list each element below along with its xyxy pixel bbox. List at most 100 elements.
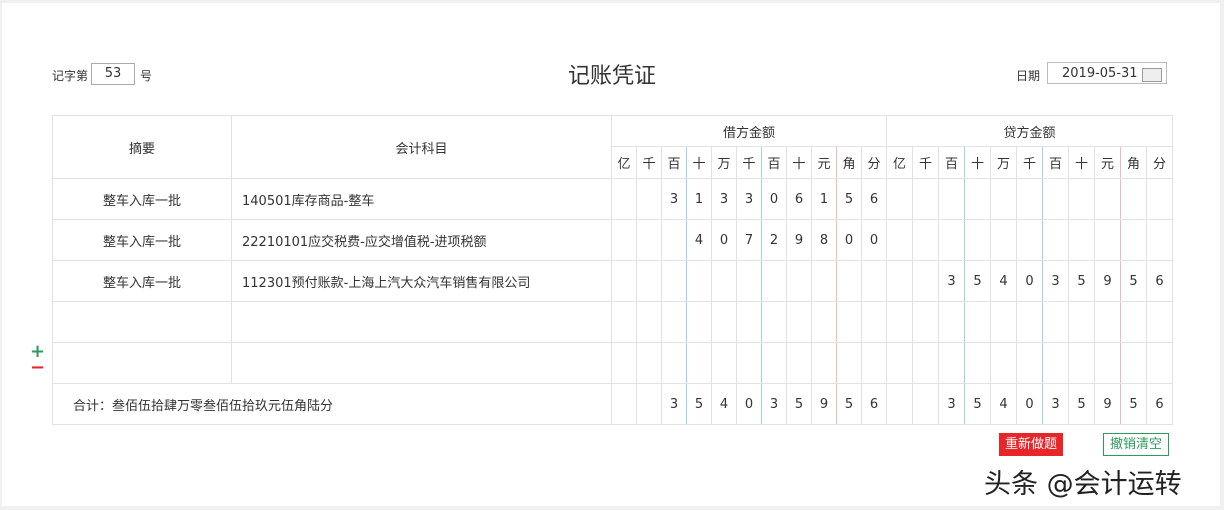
debit-digit[interactable] bbox=[736, 260, 762, 302]
credit-digit[interactable] bbox=[912, 301, 939, 343]
credit-digit[interactable] bbox=[1042, 301, 1069, 343]
debit-digit[interactable] bbox=[636, 301, 662, 343]
debit-digit[interactable]: 0 bbox=[761, 178, 787, 220]
credit-digit[interactable] bbox=[1016, 301, 1043, 343]
debit-digit[interactable]: 9 bbox=[786, 219, 812, 261]
debit-digit[interactable] bbox=[736, 342, 762, 384]
credit-digit[interactable] bbox=[964, 301, 991, 343]
debit-digit[interactable] bbox=[811, 260, 837, 302]
credit-digit[interactable]: 3 bbox=[1042, 260, 1069, 302]
debit-digit[interactable] bbox=[636, 178, 662, 220]
credit-digit[interactable] bbox=[964, 219, 991, 261]
debit-digit[interactable] bbox=[811, 301, 837, 343]
credit-digit[interactable] bbox=[938, 301, 965, 343]
debit-digit[interactable]: 3 bbox=[661, 178, 687, 220]
credit-digit[interactable] bbox=[912, 219, 939, 261]
credit-digit[interactable] bbox=[1146, 178, 1173, 220]
debit-digit[interactable] bbox=[836, 342, 862, 384]
debit-digit[interactable] bbox=[661, 260, 687, 302]
debit-digit[interactable] bbox=[686, 342, 712, 384]
date-input[interactable]: 2019-05-31 bbox=[1047, 62, 1167, 84]
debit-digit[interactable]: 4 bbox=[686, 219, 712, 261]
credit-digit[interactable] bbox=[964, 342, 991, 384]
credit-digit[interactable] bbox=[1094, 178, 1121, 220]
credit-digit[interactable]: 9 bbox=[1094, 260, 1121, 302]
credit-digit[interactable] bbox=[1042, 178, 1069, 220]
debit-digit[interactable] bbox=[836, 260, 862, 302]
credit-digit[interactable] bbox=[938, 219, 965, 261]
credit-digit[interactable] bbox=[1146, 301, 1173, 343]
debit-digit[interactable]: 7 bbox=[736, 219, 762, 261]
debit-digit[interactable]: 8 bbox=[811, 219, 837, 261]
credit-digit[interactable] bbox=[912, 342, 939, 384]
credit-digit[interactable] bbox=[1120, 178, 1147, 220]
summary-cell[interactable]: 整车入库一批 bbox=[52, 178, 232, 220]
credit-digit[interactable] bbox=[886, 260, 913, 302]
debit-digit[interactable]: 6 bbox=[786, 178, 812, 220]
debit-digit[interactable] bbox=[661, 342, 687, 384]
debit-digit[interactable]: 0 bbox=[836, 219, 862, 261]
credit-digit[interactable] bbox=[1042, 342, 1069, 384]
credit-digit[interactable] bbox=[886, 342, 913, 384]
credit-digit[interactable] bbox=[990, 342, 1017, 384]
credit-digit[interactable] bbox=[912, 178, 939, 220]
credit-digit[interactable] bbox=[938, 342, 965, 384]
debit-digit[interactable]: 6 bbox=[861, 178, 887, 220]
clear-button[interactable]: 撤销清空 bbox=[1103, 433, 1170, 456]
credit-digit[interactable] bbox=[1120, 342, 1147, 384]
credit-digit[interactable] bbox=[1068, 178, 1095, 220]
credit-digit[interactable] bbox=[1068, 342, 1095, 384]
credit-digit[interactable] bbox=[886, 219, 913, 261]
credit-digit[interactable]: 5 bbox=[964, 260, 991, 302]
credit-digit[interactable] bbox=[1094, 342, 1121, 384]
credit-digit[interactable] bbox=[912, 260, 939, 302]
debit-digit[interactable] bbox=[786, 301, 812, 343]
credit-digit[interactable]: 3 bbox=[938, 260, 965, 302]
account-cell[interactable]: 140501库存商品-整车 bbox=[231, 178, 612, 220]
debit-digit[interactable] bbox=[836, 301, 862, 343]
account-cell[interactable] bbox=[231, 301, 612, 343]
summary-cell[interactable]: 整车入库一批 bbox=[52, 219, 232, 261]
remove-row-button[interactable]: − bbox=[30, 357, 45, 378]
debit-digit[interactable] bbox=[611, 301, 637, 343]
credit-digit[interactable] bbox=[1120, 219, 1147, 261]
credit-digit[interactable]: 6 bbox=[1146, 260, 1173, 302]
debit-digit[interactable]: 1 bbox=[686, 178, 712, 220]
credit-digit[interactable] bbox=[886, 301, 913, 343]
credit-digit[interactable] bbox=[990, 219, 1017, 261]
debit-digit[interactable] bbox=[711, 301, 737, 343]
debit-digit[interactable] bbox=[661, 301, 687, 343]
debit-digit[interactable]: 0 bbox=[861, 219, 887, 261]
debit-digit[interactable] bbox=[861, 301, 887, 343]
debit-digit[interactable] bbox=[711, 260, 737, 302]
debit-digit[interactable] bbox=[761, 260, 787, 302]
credit-digit[interactable] bbox=[1016, 219, 1043, 261]
debit-digit[interactable] bbox=[661, 219, 687, 261]
credit-digit[interactable] bbox=[1146, 342, 1173, 384]
debit-digit[interactable] bbox=[636, 342, 662, 384]
debit-digit[interactable] bbox=[761, 342, 787, 384]
credit-digit[interactable] bbox=[1094, 219, 1121, 261]
debit-digit[interactable] bbox=[861, 342, 887, 384]
credit-digit[interactable] bbox=[1016, 342, 1043, 384]
credit-digit[interactable] bbox=[1094, 301, 1121, 343]
credit-digit[interactable] bbox=[964, 178, 991, 220]
credit-digit[interactable] bbox=[1068, 219, 1095, 261]
debit-digit[interactable] bbox=[736, 301, 762, 343]
summary-cell[interactable] bbox=[52, 342, 232, 384]
debit-digit[interactable]: 3 bbox=[711, 178, 737, 220]
debit-digit[interactable] bbox=[761, 301, 787, 343]
account-cell[interactable]: 22210101应交税费-应交增值税-进项税额 bbox=[231, 219, 612, 261]
credit-digit[interactable] bbox=[938, 178, 965, 220]
debit-digit[interactable] bbox=[711, 342, 737, 384]
debit-digit[interactable] bbox=[636, 219, 662, 261]
debit-digit[interactable] bbox=[686, 260, 712, 302]
credit-digit[interactable]: 5 bbox=[1120, 260, 1147, 302]
credit-digit[interactable] bbox=[1146, 219, 1173, 261]
credit-digit[interactable] bbox=[1042, 219, 1069, 261]
credit-digit[interactable] bbox=[1068, 301, 1095, 343]
summary-cell[interactable]: 整车入库一批 bbox=[52, 260, 232, 302]
debit-digit[interactable]: 2 bbox=[761, 219, 787, 261]
debit-digit[interactable] bbox=[786, 342, 812, 384]
debit-digit[interactable]: 3 bbox=[736, 178, 762, 220]
